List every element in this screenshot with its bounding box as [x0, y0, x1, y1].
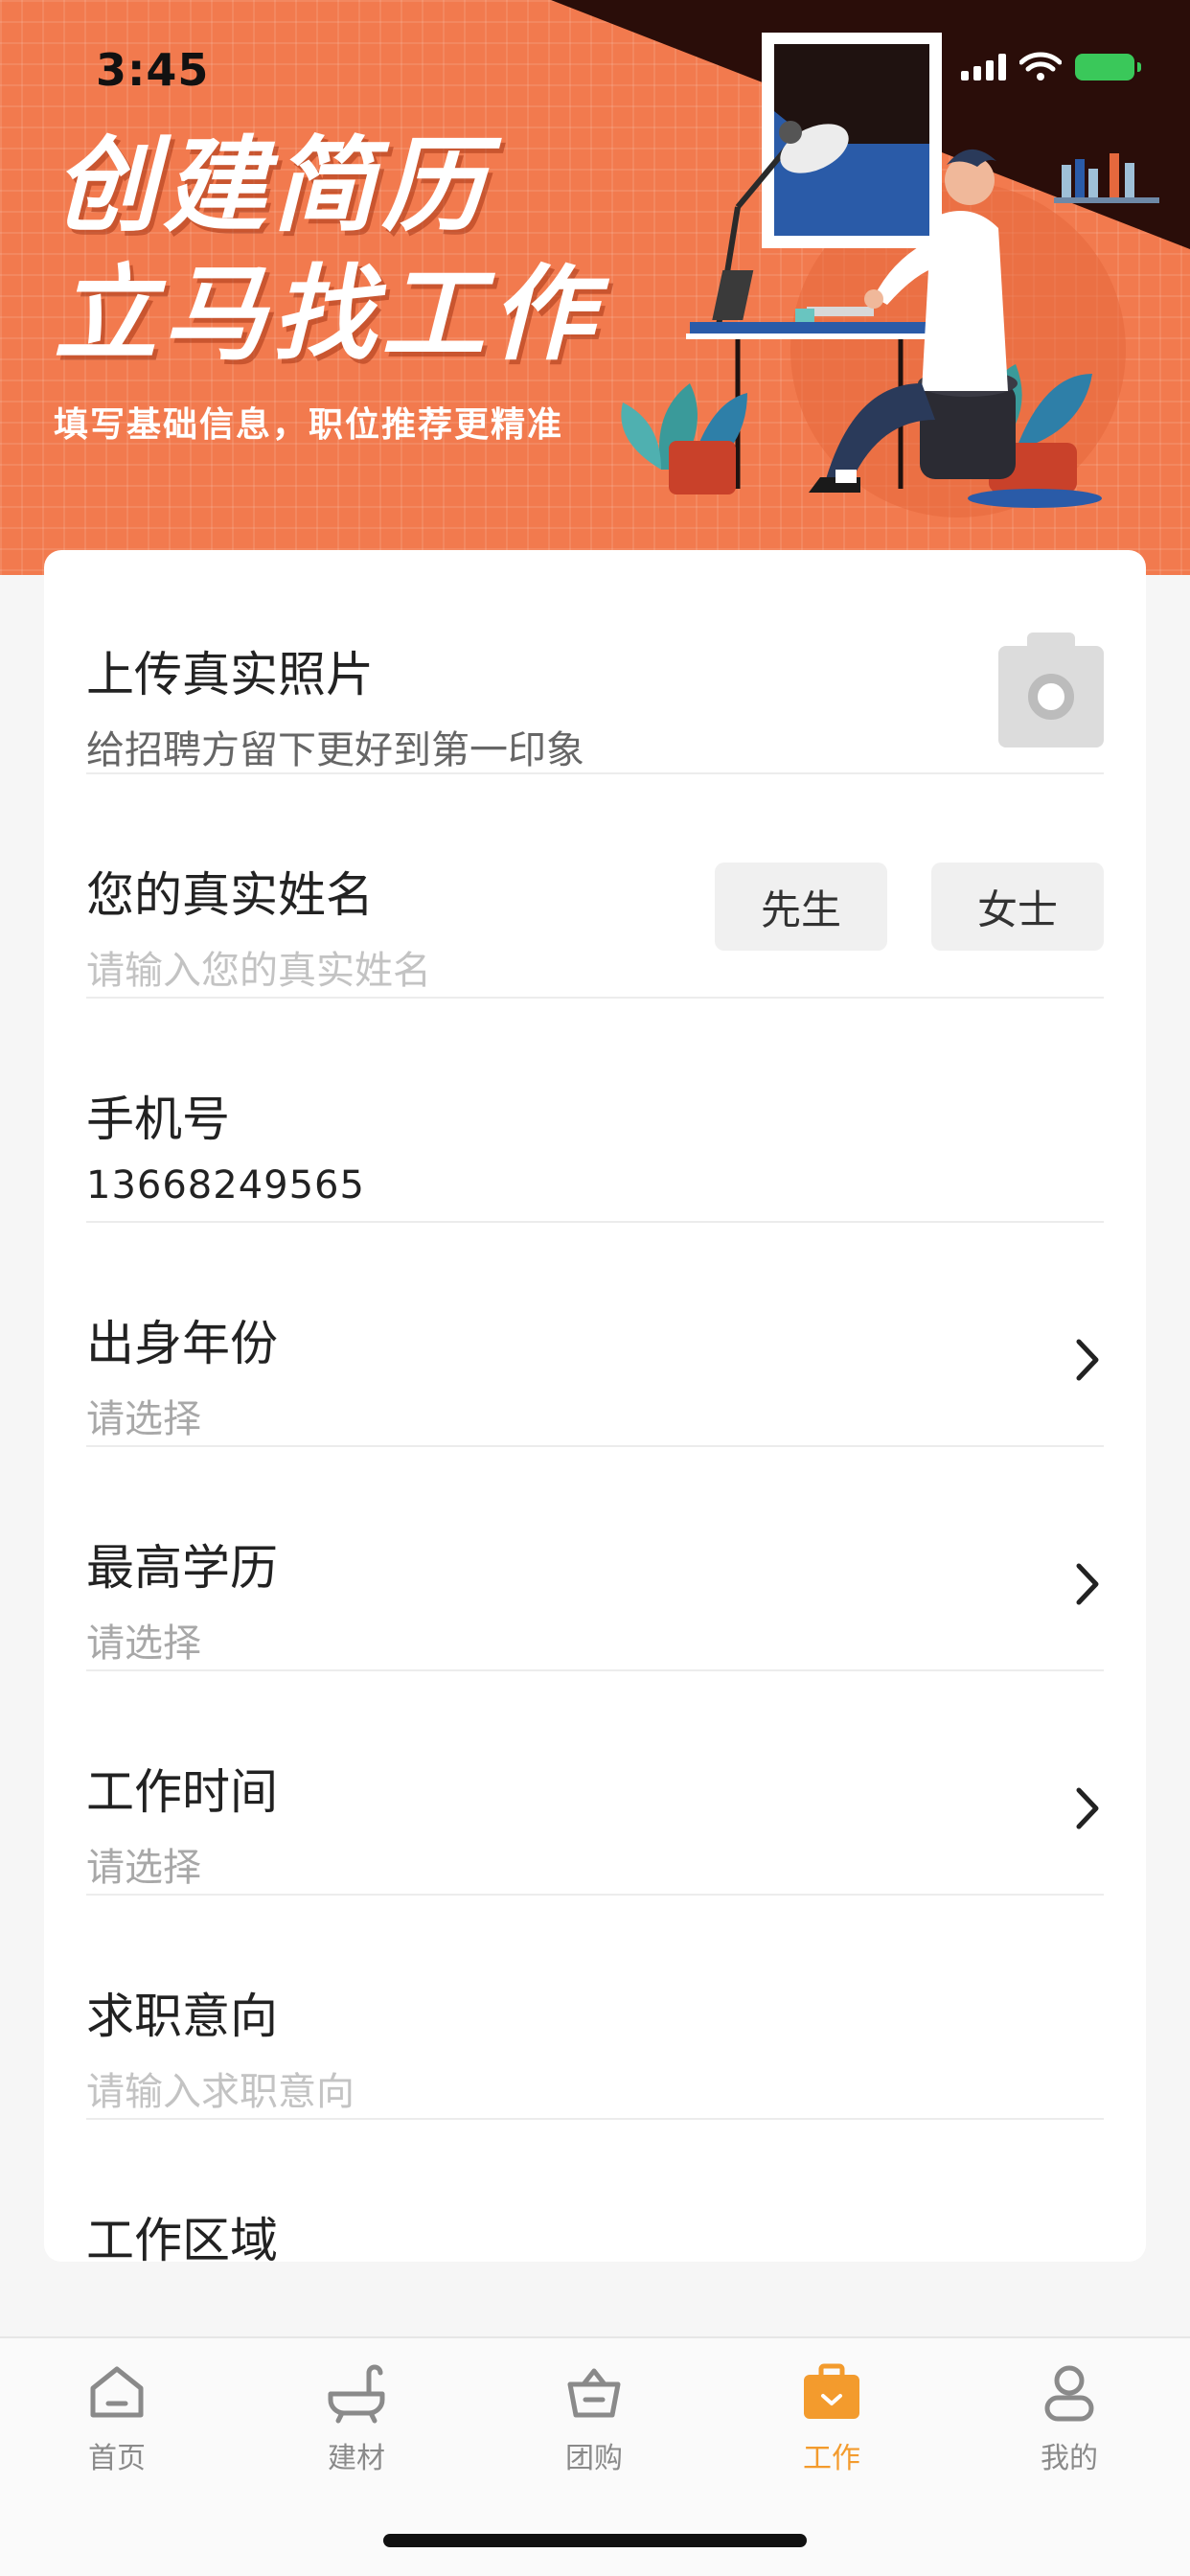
home-icon — [90, 2366, 144, 2418]
phone-label: 手机号 — [86, 1092, 230, 1147]
chevron-right-icon — [1076, 1339, 1099, 1381]
name-row: 您的真实姓名 请输入您的真实姓名 先生 女士 — [86, 774, 1104, 999]
signal-icon — [961, 54, 1006, 80]
work-area-row[interactable]: 工作区域 — [86, 2120, 1104, 2262]
work-time-label: 工作时间 — [86, 1764, 278, 1820]
user-icon — [1044, 2365, 1094, 2422]
headline-line-2: 立马找工作 — [54, 255, 601, 375]
tab-mine-label: 我的 — [1041, 2442, 1098, 2475]
camera-lens — [1028, 674, 1074, 720]
status-time: 3:45 — [96, 44, 210, 96]
job-intent-label: 求职意向 — [86, 1989, 278, 2044]
chevron-right-icon — [1076, 1563, 1099, 1605]
briefcase-icon — [804, 2363, 859, 2419]
banner-subtitle: 填写基础信息，职位推荐更精准 — [54, 405, 564, 445]
tab-home-label: 首页 — [88, 2442, 146, 2475]
photo-upload-row[interactable]: 上传真实照片 给招聘方留下更好到第一印象 — [86, 550, 1104, 774]
headline-line-1: 创建简历 — [54, 126, 492, 246]
work-area-label: 工作区域 — [86, 2213, 278, 2262]
photo-label: 上传真实照片 — [86, 647, 374, 702]
resume-page: 3:45 创建简历 立马找工作 填写基础信息，职位推荐更精准 上传真实照片 给招… — [0, 0, 1190, 2576]
wifi-icon — [1019, 52, 1062, 80]
status-icons — [961, 52, 1141, 82]
birth-year-label: 出身年份 — [86, 1316, 278, 1371]
home-indicator — [383, 2534, 807, 2547]
hero-banner: 3:45 创建简历 立马找工作 填写基础信息，职位推荐更精准 — [0, 0, 1190, 575]
tab-home[interactable]: 首页 — [21, 2361, 213, 2505]
mr-button[interactable]: 先生 — [715, 862, 887, 951]
work-time-placeholder: 请选择 — [86, 1846, 201, 1890]
birth-year-row[interactable]: 出身年份 请选择 — [86, 1223, 1104, 1447]
birth-year-placeholder: 请选择 — [86, 1397, 201, 1441]
tab-group-buy-label: 团购 — [565, 2442, 623, 2475]
name-input[interactable]: 请输入您的真实姓名 — [86, 939, 431, 995]
work-time-row[interactable]: 工作时间 请选择 — [86, 1671, 1104, 1896]
banner-headline: 创建简历 立马找工作 — [54, 123, 600, 380]
phone-row: 手机号 13668249565 — [86, 999, 1104, 1223]
name-label: 您的真实姓名 — [86, 867, 374, 923]
phone-value[interactable]: 13668249565 — [86, 1163, 365, 1208]
job-intent-input[interactable]: 请输入求职意向 — [86, 2060, 355, 2116]
job-intent-row: 求职意向 请输入求职意向 — [86, 1896, 1104, 2120]
education-row[interactable]: 最高学历 请选择 — [86, 1447, 1104, 1671]
tab-jobs[interactable]: 工作 — [736, 2361, 927, 2505]
education-label: 最高学历 — [86, 1540, 278, 1596]
basket-icon — [567, 2368, 621, 2418]
chevron-right-icon — [1076, 1787, 1099, 1829]
tab-mine[interactable]: 我的 — [973, 2361, 1165, 2505]
tab-materials-label: 建材 — [328, 2442, 385, 2475]
desk-worker-illustration — [621, 33, 1159, 518]
tab-group-buy[interactable]: 团购 — [498, 2361, 690, 2505]
camera-icon[interactable] — [998, 632, 1104, 748]
tab-jobs-label: 工作 — [803, 2442, 860, 2475]
tab-materials[interactable]: 建材 — [261, 2361, 452, 2505]
photo-hint: 给招聘方留下更好到第一印象 — [86, 728, 584, 772]
battery-icon — [1075, 54, 1141, 80]
bathtub-icon — [328, 2364, 385, 2424]
resume-form-card: 上传真实照片 给招聘方留下更好到第一印象 您的真实姓名 请输入您的真实姓名 先生… — [44, 550, 1146, 2262]
education-placeholder: 请选择 — [86, 1622, 201, 1666]
ms-button[interactable]: 女士 — [931, 862, 1104, 951]
